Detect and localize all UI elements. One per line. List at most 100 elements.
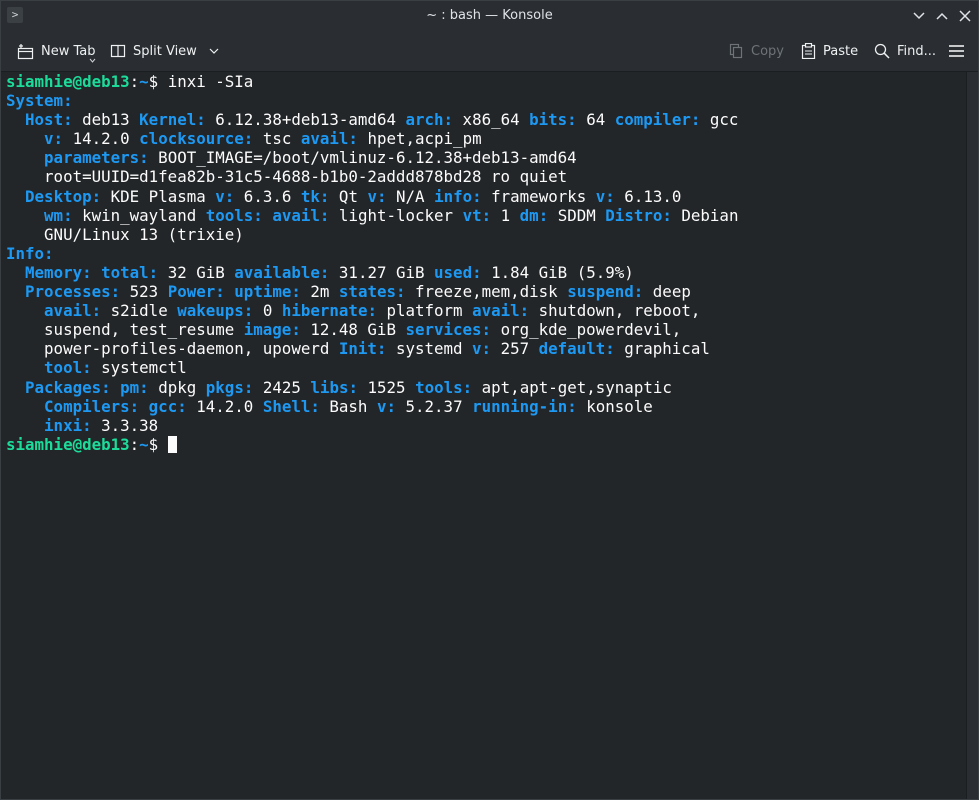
title-bar[interactable]: > ~ : bash — Konsole (1, 1, 978, 31)
terminal-line: Info: (6, 244, 738, 263)
terminal-text: 523 (120, 282, 168, 302)
new-tab-button[interactable]: New Tab (17, 31, 96, 71)
terminal-text: 6.12.38+deb13-amd64 (205, 110, 406, 130)
terminal-key: hibernate: (281, 301, 377, 321)
terminal-line: siamhie@deb13:~$ inxi -SIa (6, 72, 738, 91)
terminal-line: parameters: BOOT_IMAGE=/boot/vmlinuz-6.1… (6, 148, 738, 167)
text-cursor (167, 435, 177, 453)
copy-icon (729, 43, 743, 59)
terminal-text: N/A (386, 186, 435, 206)
terminal-line: Processes: 523 Power: uptime: 2m states:… (6, 282, 738, 301)
terminal-text: apt,apt-get,synaptic (472, 377, 672, 397)
terminal-text: GNU/Linux 13 (trixie) (6, 224, 244, 244)
paste-button[interactable]: Paste (801, 31, 858, 71)
terminal-line: wm: kwin_wayland tools: avail: light-loc… (6, 206, 738, 225)
terminal-view[interactable]: siamhie@deb13:~$ inxi -SIa System: Host: … (1, 72, 967, 799)
terminal-key: uptime: (234, 282, 301, 302)
search-icon (874, 43, 890, 59)
terminal-text: 3.3.38 (91, 415, 159, 435)
new-tab-dropdown-icon[interactable] (89, 58, 96, 63)
terminal-key: avail: (472, 301, 530, 321)
terminal-text: deep (643, 282, 691, 302)
terminal-text: 12.48 GiB (300, 320, 406, 340)
terminal-text: 257 (491, 339, 539, 359)
copy-button[interactable]: Copy (728, 31, 784, 71)
terminal-text: 2425 (253, 377, 311, 397)
terminal-text: 1.84 GiB (5.9%) (481, 262, 634, 282)
toolbar: New Tab Split View Copy Paste Find... (1, 31, 978, 72)
terminal-key: Info: (6, 243, 54, 263)
terminal-text: root=UUID=d1fea82b-31c5-4688-b1b0-2addd8… (6, 167, 568, 187)
terminal-text: konsole (576, 396, 653, 416)
paste-icon (801, 43, 816, 59)
terminal-key: total: (101, 262, 159, 282)
terminal-key: v: (44, 129, 64, 149)
terminal-key: v: (367, 186, 387, 206)
terminal-text: Debian (671, 205, 739, 225)
terminal-key: pm: (120, 377, 149, 397)
terminal-text: kwin_wayland (72, 205, 206, 225)
terminal-text: gcc (700, 110, 739, 130)
terminal-key: running-in: (472, 396, 577, 416)
terminal-line: v: 14.2.0 clocksource: tsc avail: hpet,a… (6, 129, 738, 148)
terminal-text: 31.27 GiB (329, 262, 435, 282)
terminal-text: tsc (253, 129, 301, 149)
terminal-text: suspend, test_resume (6, 320, 244, 340)
terminal-key: avail: (300, 129, 358, 149)
terminal-key: Host: (25, 110, 73, 130)
terminal-key: ~ (139, 72, 149, 91)
terminal-key: Compilers: (44, 396, 140, 416)
terminal-text: 14.2.0 (186, 396, 263, 416)
terminal-key: image: (243, 320, 301, 340)
terminal-key: tool: (44, 358, 92, 378)
terminal-key: v: (472, 339, 492, 359)
chevron-up-icon[interactable] (934, 8, 950, 24)
terminal-key: default: (538, 339, 615, 359)
terminal-key: tk: (300, 186, 330, 206)
terminal-key: compiler: (614, 110, 701, 130)
terminal-key: Kernel: (139, 110, 206, 130)
terminal-key: available: (234, 262, 330, 282)
terminal-text: systemctl (91, 358, 187, 378)
terminal-key: avail: (272, 205, 330, 225)
split-view-button[interactable]: Split View (110, 31, 219, 71)
terminal-line: Host: deb13 Kernel: 6.12.38+deb13-amd64 … (6, 110, 738, 129)
terminal-key: vt: (462, 205, 492, 225)
find-button[interactable]: Find... (874, 31, 936, 71)
chevron-down-icon[interactable] (911, 8, 927, 24)
terminal-text: x86_64 (453, 110, 530, 130)
chevron-down-icon[interactable] (209, 48, 219, 54)
terminal-key: bits: (529, 110, 577, 130)
terminal-scrollbar[interactable] (966, 72, 978, 799)
terminal-text: shutdown, reboot, (529, 301, 701, 321)
terminal-key: Processes: (25, 282, 121, 302)
terminal-line: Desktop: KDE Plasma v: 6.3.6 tk: Qt v: N… (6, 187, 738, 206)
terminal-text: power-profiles-daemon, upowerd (6, 339, 339, 359)
terminal-key: info: (434, 186, 482, 206)
terminal-line: inxi: 3.3.38 (6, 416, 738, 435)
terminal-key: Memory: (25, 262, 92, 282)
terminal-key: used: (434, 262, 482, 282)
terminal-text: 6.13.0 (614, 186, 682, 206)
terminal-text: platform (376, 301, 473, 321)
terminal-text: systemd (386, 339, 473, 359)
terminal-text: KDE Plasma (101, 186, 216, 206)
terminal-line: tool: systemctl (6, 358, 738, 377)
hamburger-menu-icon[interactable] (948, 44, 965, 58)
terminal-text: : (129, 434, 140, 454)
close-icon[interactable] (957, 8, 973, 24)
paste-label: Paste (823, 43, 859, 59)
terminal-prompt: siamhie@deb13 (6, 72, 130, 91)
terminal-line: root=UUID=d1fea82b-31c5-4688-b1b0-2addd8… (6, 167, 738, 186)
